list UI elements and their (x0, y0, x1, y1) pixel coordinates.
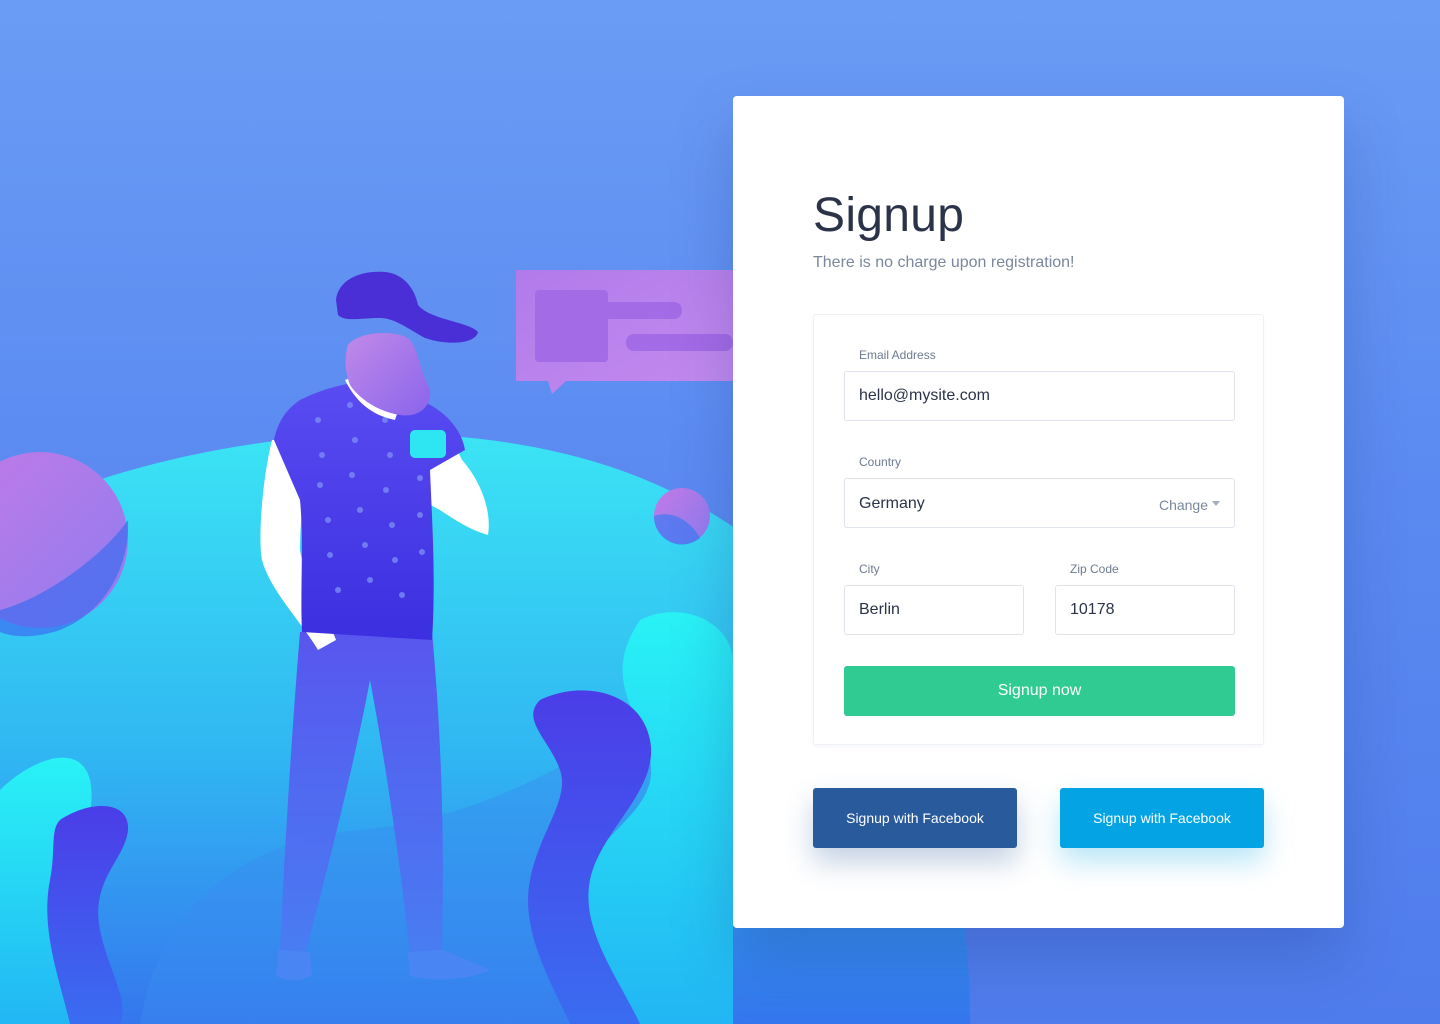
email-label: Email Address (859, 348, 936, 362)
signup-now-button[interactable]: Signup now (844, 666, 1235, 716)
zip-label: Zip Code (1070, 562, 1119, 576)
page-subtitle: There is no charge upon registration! (813, 254, 1075, 271)
country-change-link[interactable]: Change (1159, 496, 1220, 514)
chevron-down-icon (1212, 500, 1220, 506)
signup-facebook-button[interactable]: Signup with Facebook (813, 788, 1017, 848)
city-label: City (859, 562, 880, 576)
city-field[interactable] (844, 585, 1024, 635)
zip-field[interactable] (1055, 585, 1235, 635)
signup-card: Signup There is no charge upon registrat… (733, 96, 1344, 928)
page-title: Signup (813, 189, 965, 242)
country-label: Country (859, 455, 902, 469)
email-field[interactable] (844, 371, 1235, 421)
signup-facebook-button-secondary[interactable]: Signup with Facebook (1060, 788, 1264, 848)
country-change-label: Change (1158, 497, 1208, 513)
signup-form: Email Address Country Germany Change Cit… (813, 314, 1264, 745)
country-select[interactable]: Germany Change (844, 478, 1235, 528)
country-value: Germany (859, 495, 925, 512)
